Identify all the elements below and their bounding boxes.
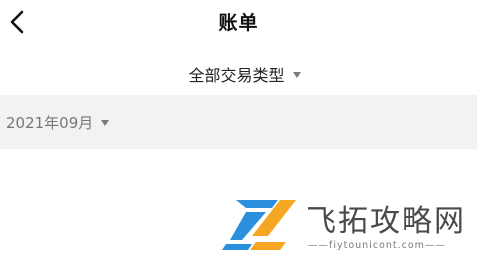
- month-label: 2021年09月: [6, 113, 94, 132]
- header: 账单: [0, 0, 477, 45]
- transaction-type-dropdown[interactable]: 全部交易类型: [188, 62, 301, 86]
- month-bar: 2021年09月: [0, 95, 477, 149]
- page-title: 账单: [218, 12, 259, 34]
- transaction-type-label: 全部交易类型: [188, 66, 285, 85]
- watermark-site-name: 飞拓攻略网: [306, 204, 466, 239]
- caret-down-icon: [292, 72, 301, 78]
- filter-row: 全部交易类型: [0, 58, 477, 90]
- watermark-url: ——fiytounicont.com——: [308, 240, 446, 251]
- site-logo: [222, 200, 296, 250]
- watermark: 飞拓攻略网 ——fiytounicont.com——: [222, 192, 477, 257]
- caret-down-icon: [101, 120, 110, 126]
- month-picker[interactable]: 2021年09月: [6, 95, 110, 149]
